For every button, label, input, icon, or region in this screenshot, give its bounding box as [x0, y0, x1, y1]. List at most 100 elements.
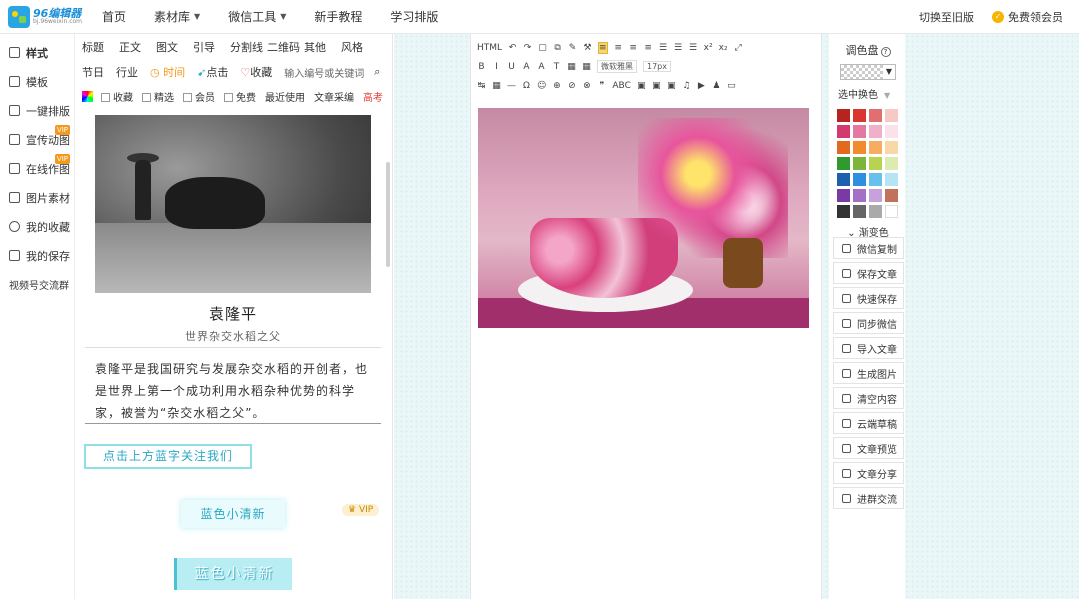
toolbar-button[interactable]: ⚒ — [583, 43, 592, 53]
panel-scrollbar[interactable] — [386, 162, 390, 267]
toolbar-button[interactable]: ▶ — [697, 81, 706, 91]
toolbar-button[interactable]: ☰ — [659, 43, 668, 53]
toolbar-button[interactable]: ▭ — [727, 81, 736, 91]
color-swatch[interactable] — [869, 157, 882, 170]
toolbar-button[interactable]: T — [552, 62, 561, 72]
action-button-0[interactable]: 微信复制 — [833, 237, 904, 259]
toolbar-button[interactable]: ↹ — [477, 81, 486, 91]
nav-item-3[interactable]: 新手教程 — [314, 8, 362, 25]
nav-item-0[interactable]: 首页 — [102, 8, 126, 25]
dropdown-arrow-icon[interactable]: ▼ — [883, 65, 895, 79]
action-button-5[interactable]: 生成图片 — [833, 362, 904, 384]
color-swatch[interactable] — [869, 109, 882, 122]
nav-item-2[interactable]: 微信工具 ▼ — [228, 8, 286, 25]
filter-featured[interactable]: 精选 — [142, 89, 174, 104]
toolbar-button[interactable]: U — [507, 62, 516, 72]
toolbar-button[interactable]: ☰ — [674, 43, 683, 53]
color-swatch[interactable] — [885, 173, 898, 186]
tab-2[interactable]: 图文 — [156, 39, 193, 55]
toolbar-button[interactable]: x² — [704, 43, 713, 53]
free-vip-link[interactable]: 免费领会员 — [1008, 9, 1063, 25]
toolbar-button[interactable]: x₂ — [719, 43, 728, 53]
tab-3[interactable]: 引导 — [193, 39, 230, 55]
color-swatch[interactable] — [853, 125, 866, 138]
action-button-6[interactable]: 清空内容 — [833, 387, 904, 409]
birthday-cake-image[interactable] — [478, 108, 809, 328]
color-picker[interactable]: ▼ — [840, 64, 896, 80]
sidebar-item-1[interactable]: 模板 — [0, 67, 74, 96]
sidebar-item-5[interactable]: 图片素材 — [0, 183, 74, 212]
color-swatch[interactable] — [837, 157, 850, 170]
toolbar-button[interactable]: ▣ — [637, 81, 646, 91]
toolbar-button[interactable]: ≡ — [614, 43, 623, 53]
color-swatch[interactable] — [885, 141, 898, 154]
font-size-input[interactable]: 17px — [643, 61, 671, 72]
video-group-link[interactable]: 视频号交流群 — [0, 270, 74, 299]
color-swatch[interactable] — [837, 141, 850, 154]
recent-used-link[interactable]: 最近使用 — [265, 89, 305, 104]
sidebar-item-7[interactable]: 我的保存 — [0, 241, 74, 270]
sidebar-item-6[interactable]: 我的收藏 — [0, 212, 74, 241]
action-button-10[interactable]: 进群交流 — [833, 487, 904, 509]
toolbar-button[interactable]: A — [537, 62, 546, 72]
toolbar-button[interactable]: ▢ — [538, 43, 547, 53]
toolbar-button[interactable]: ≡ — [598, 41, 608, 54]
toolbar-button[interactable]: ❞ — [597, 81, 606, 91]
filter-free[interactable]: 免费 — [224, 89, 256, 104]
action-button-8[interactable]: 文章预览 — [833, 437, 904, 459]
color-swatch[interactable] — [853, 109, 866, 122]
color-swatch[interactable] — [869, 205, 882, 218]
color-swatch[interactable] — [837, 173, 850, 186]
nav-item-4[interactable]: 学习排版 — [390, 8, 438, 25]
action-button-2[interactable]: 快速保存 — [833, 287, 904, 309]
sidebar-item-4[interactable]: 在线作图 VIP — [0, 154, 74, 183]
action-button-7[interactable]: 云端草稿 — [833, 412, 904, 434]
color-swatch[interactable] — [885, 125, 898, 138]
toolbar-button[interactable]: ⊗ — [582, 81, 591, 91]
toolbar-button[interactable]: ⊕ — [552, 81, 561, 91]
color-filter-icon[interactable] — [82, 90, 93, 102]
toolbar-button[interactable]: ▦ — [582, 62, 591, 72]
tab-0[interactable]: 标题 — [82, 39, 119, 55]
switch-old-version-link[interactable]: 切换至旧版 — [919, 9, 974, 25]
tab-industry[interactable]: 行业 — [116, 64, 138, 80]
editor-canvas[interactable]: HTML ↶ ↷ ▢ ⧉ ✎ ⚒ ≡ ≡ ≡ ≡ ☰ ☰ ☰ x² x₂ ⤢ B I U A A T ▦ ▦ 微软雅黑 17px … — [470, 34, 822, 599]
tab-5[interactable]: 二维码 — [267, 39, 304, 55]
sort-click-button[interactable]: ➹点击 — [197, 64, 228, 80]
color-swatch[interactable] — [837, 205, 850, 218]
toolbar-button[interactable]: ≡ — [644, 43, 653, 53]
blue-fresh-template-2[interactable]: 蓝色小清新 — [174, 558, 292, 590]
color-swatch[interactable] — [869, 173, 882, 186]
color-swatch[interactable] — [869, 189, 882, 202]
search-input[interactable]: 输入编号或关键词 — [284, 65, 364, 80]
toolbar-button[interactable]: ⤢ — [734, 43, 743, 53]
toolbar-button[interactable]: ↷ — [523, 43, 532, 53]
toolbar-button[interactable]: ♫ — [682, 81, 691, 91]
toolbar-button[interactable]: Ω — [522, 81, 531, 91]
nav-item-1[interactable]: 素材库 ▼ — [154, 8, 200, 25]
action-button-4[interactable]: 导入文章 — [833, 337, 904, 359]
toolbar-button[interactable]: ⊘ — [567, 81, 576, 91]
toolbar-button[interactable]: ⧉ — [553, 43, 562, 53]
follow-us-template[interactable]: 点击上方蓝字关注我们 — [84, 444, 252, 469]
toolbar-button[interactable]: B — [477, 62, 486, 72]
tab-7[interactable]: 风格 — [341, 39, 378, 55]
color-swatch[interactable] — [853, 205, 866, 218]
toolbar-button[interactable]: HTML — [477, 43, 502, 53]
toolbar-button[interactable]: ≡ — [629, 43, 638, 53]
toolbar-button[interactable]: — — [507, 81, 516, 91]
color-swatch[interactable] — [853, 189, 866, 202]
color-swatch[interactable] — [837, 125, 850, 138]
color-swatch[interactable] — [885, 205, 898, 218]
select-change-color[interactable]: 选中换色 ▼ — [838, 86, 905, 101]
color-swatch[interactable] — [869, 125, 882, 138]
action-button-3[interactable]: 同步微信 — [833, 312, 904, 334]
tab-4[interactable]: 分割线 — [230, 39, 267, 55]
color-swatch[interactable] — [885, 189, 898, 202]
toolbar-button[interactable]: ☺ — [537, 81, 546, 91]
exam-link[interactable]: 高考 — [363, 89, 383, 104]
action-button-1[interactable]: 保存文章 — [833, 262, 904, 284]
logo[interactable]: 96编辑器 bj.96weixin.com — [8, 5, 96, 28]
tab-1[interactable]: 正文 — [119, 39, 156, 55]
color-swatch[interactable] — [853, 173, 866, 186]
